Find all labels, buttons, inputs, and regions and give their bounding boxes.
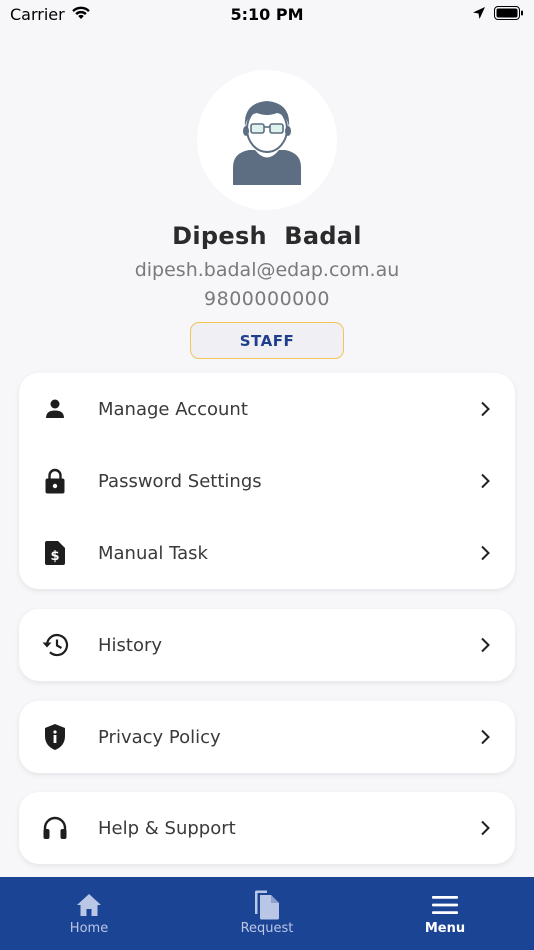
history-card: History	[19, 609, 515, 681]
home-icon	[75, 891, 103, 919]
status-right	[472, 5, 524, 24]
menu-item-label: Help & Support	[98, 817, 236, 839]
bottom-nav: Home Request Menu	[0, 877, 534, 950]
privacy-card: Privacy Policy	[19, 701, 515, 773]
nav-item-request[interactable]: Request	[178, 877, 356, 950]
chevron-right-icon	[477, 637, 493, 653]
help-card: Help & Support	[19, 792, 515, 864]
menu-item-history[interactable]: History	[19, 609, 515, 681]
profile-phone: 9800000000	[204, 288, 330, 310]
location-arrow-icon	[472, 5, 486, 24]
status-bar: Carrier 5:10 PM	[0, 0, 534, 28]
carrier-label: Carrier	[10, 4, 65, 24]
battery-icon	[494, 5, 524, 24]
menu-item-manage-account[interactable]: Manage Account	[19, 373, 515, 445]
nav-label: Menu	[424, 921, 466, 936]
wifi-icon	[71, 5, 91, 24]
headset-icon	[41, 814, 69, 842]
svg-text:$: $	[50, 549, 59, 564]
document-dollar-icon: $	[41, 539, 69, 567]
history-icon	[41, 631, 69, 659]
menu-item-label: Password Settings	[98, 470, 262, 492]
lock-icon	[41, 467, 69, 495]
role-badge: STAFF	[190, 322, 344, 359]
chevron-right-icon	[477, 729, 493, 745]
profile-name: Dipesh Badal	[172, 222, 362, 250]
menu-item-manual-task[interactable]: $ Manual Task	[19, 517, 515, 589]
menu-item-label: Privacy Policy	[98, 726, 221, 748]
account-menu-card: Manage Account Password Settings $ Manua…	[19, 373, 515, 589]
menu-item-label: Manage Account	[98, 398, 248, 420]
chevron-right-icon	[477, 401, 493, 417]
status-left: Carrier	[10, 5, 91, 24]
nav-label: Home	[69, 921, 109, 936]
shield-info-icon	[41, 723, 69, 751]
hamburger-menu-icon	[431, 891, 459, 919]
menu-item-password-settings[interactable]: Password Settings	[19, 445, 515, 517]
nav-item-menu[interactable]: Menu	[356, 877, 534, 950]
nav-item-home[interactable]: Home	[0, 877, 178, 950]
user-avatar-icon	[233, 101, 301, 185]
nav-label: Request	[240, 921, 294, 936]
person-icon	[41, 395, 69, 423]
menu-item-privacy-policy[interactable]: Privacy Policy	[19, 701, 515, 773]
chevron-right-icon	[477, 545, 493, 561]
documents-icon	[253, 890, 281, 920]
profile-email: dipesh.badal@edap.com.au	[134, 259, 400, 281]
menu-item-help-support[interactable]: Help & Support	[19, 792, 515, 864]
chevron-right-icon	[477, 820, 493, 836]
chevron-right-icon	[477, 473, 493, 489]
avatar[interactable]	[197, 70, 337, 210]
menu-item-label: History	[98, 634, 163, 656]
menu-item-label: Manual Task	[98, 542, 208, 564]
